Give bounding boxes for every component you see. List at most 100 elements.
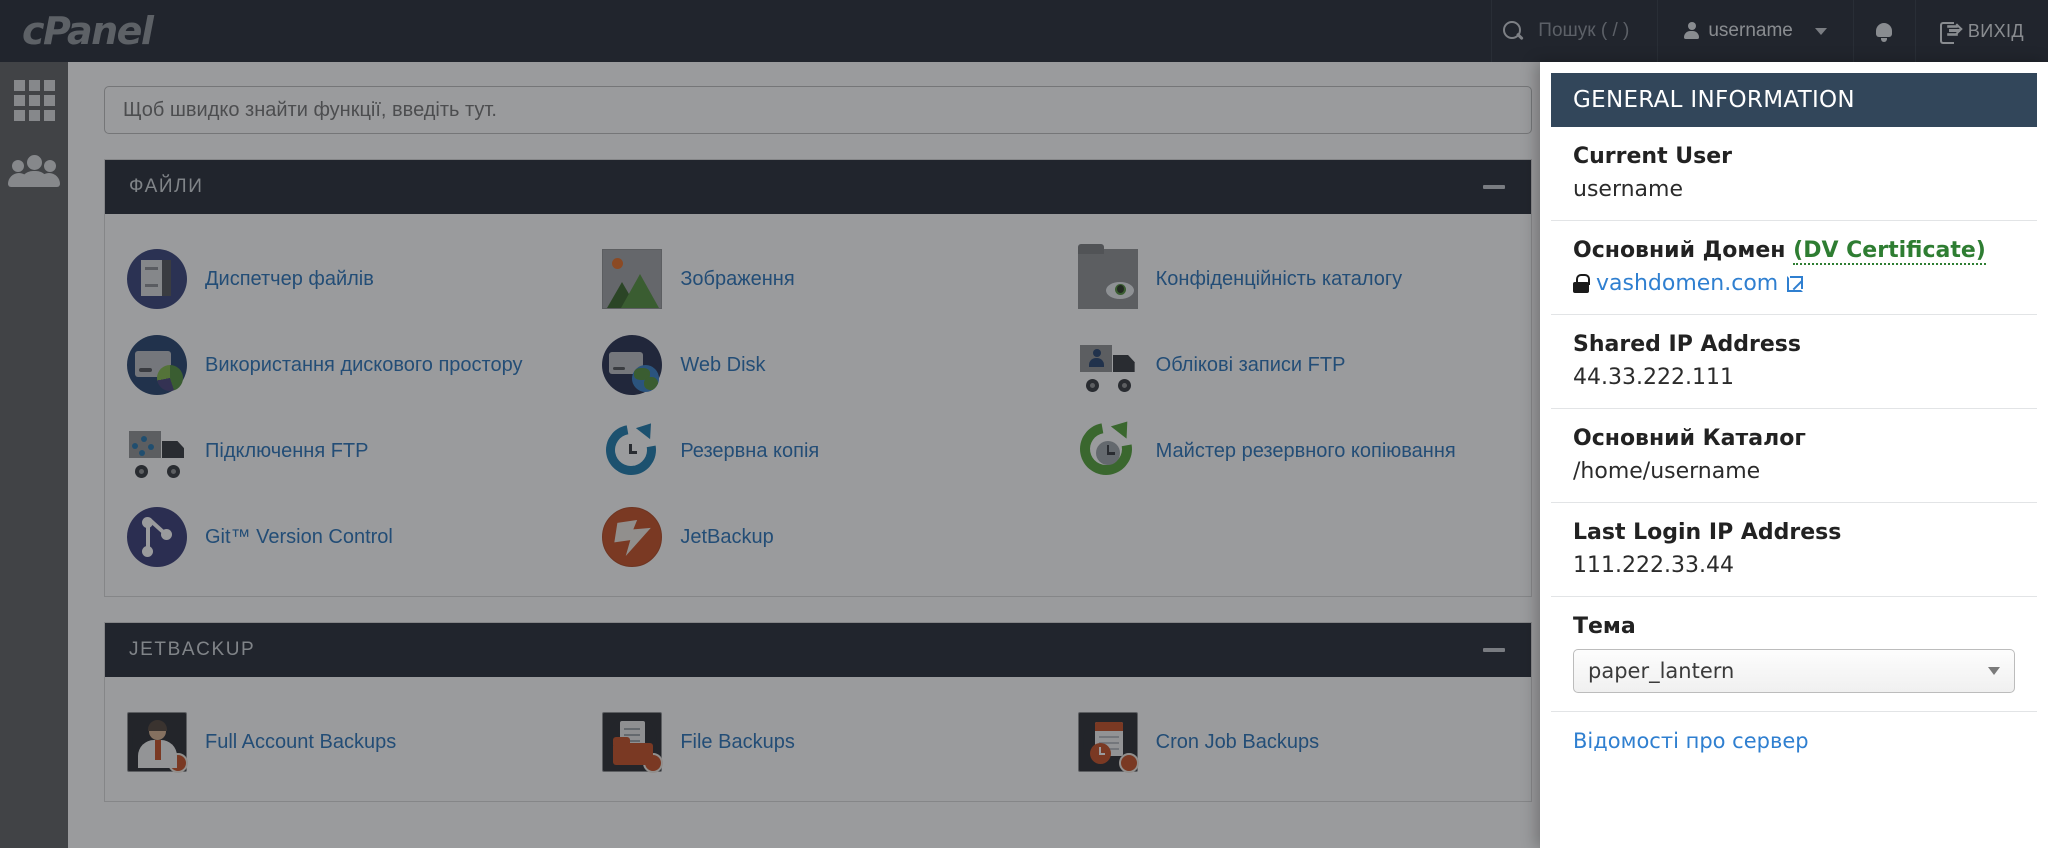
jetbackup-panel-title: JETBACKUP bbox=[129, 639, 256, 660]
files-row: Диспетчер файлів Зображення Конфіденційн… bbox=[105, 236, 1531, 322]
images-icon bbox=[602, 249, 663, 309]
files-panel: ФАЙЛИ Диспетчер файлів Зображення Конфід… bbox=[104, 159, 1532, 597]
backup-wizard-icon bbox=[1069, 412, 1142, 486]
current-user-value: username bbox=[1573, 177, 1683, 202]
feature-quick-search-input[interactable]: Щоб швидко знайти функції, введіть тут. bbox=[104, 86, 1532, 134]
cpanel-logo[interactable]: cPanel bbox=[22, 9, 154, 53]
files-row: Git™ Version Control JetBackup bbox=[105, 494, 1531, 580]
feature-label: Зображення bbox=[680, 267, 795, 290]
feature-file-manager[interactable]: Диспетчер файлів bbox=[105, 236, 580, 322]
home-directory-value: /home/username bbox=[1573, 459, 1761, 484]
files-row: Підключення FTP Резервна копія Майстер р… bbox=[105, 408, 1531, 494]
theme-label: Тема bbox=[1573, 614, 1636, 639]
theme-section: Тема paper_lantern bbox=[1551, 597, 2037, 712]
feature-git-version-control[interactable]: Git™ Version Control bbox=[105, 494, 580, 580]
files-panel-body: Диспетчер файлів Зображення Конфіденційн… bbox=[105, 214, 1531, 596]
feature-label: File Backups bbox=[680, 730, 795, 753]
bell-icon bbox=[1875, 21, 1893, 42]
shared-ip-value: 44.33.222.111 bbox=[1573, 365, 1734, 390]
user-menu-button[interactable]: username bbox=[1657, 0, 1853, 62]
general-information-title: GENERAL INFORMATION bbox=[1573, 87, 1855, 113]
file-manager-icon bbox=[127, 249, 187, 309]
primary-domain-link[interactable]: vashdomen.com bbox=[1596, 271, 1778, 296]
feature-label: Full Account Backups bbox=[205, 730, 397, 753]
files-panel-title: ФАЙЛИ bbox=[129, 176, 204, 197]
feature-ftp-accounts[interactable]: Облікові записи FTP bbox=[1056, 322, 1531, 408]
external-link-icon[interactable] bbox=[1787, 275, 1804, 292]
current-user-label: Current User bbox=[1573, 144, 1732, 169]
feature-file-backups[interactable]: File Backups bbox=[580, 699, 1055, 785]
general-information-panel: GENERAL INFORMATION Current User usernam… bbox=[1540, 62, 2048, 848]
backup-icon bbox=[596, 415, 667, 485]
user-manager-icon[interactable] bbox=[8, 155, 60, 189]
feature-images[interactable]: Зображення bbox=[580, 236, 1055, 322]
full-account-backups-icon bbox=[127, 712, 188, 773]
feature-label: Git™ Version Control bbox=[205, 525, 393, 548]
theme-select[interactable]: paper_lantern bbox=[1573, 649, 2015, 693]
last-login-ip-label: Last Login IP Address bbox=[1573, 520, 1842, 545]
collapse-icon[interactable] bbox=[1483, 185, 1505, 189]
feature-label: Диспетчер файлів bbox=[205, 267, 374, 290]
git-icon bbox=[127, 507, 187, 567]
notifications-button[interactable] bbox=[1852, 0, 1915, 62]
feature-label: Конфіденційність каталогу bbox=[1155, 267, 1403, 290]
feature-disk-usage[interactable]: Використання дискового простору bbox=[105, 322, 580, 408]
feature-label: Використання дискового простору bbox=[205, 353, 523, 376]
ftp-accounts-icon bbox=[1078, 335, 1138, 395]
apps-grid-icon[interactable] bbox=[13, 80, 55, 121]
file-backups-icon bbox=[602, 712, 664, 773]
primary-domain-row: vashdomen.com bbox=[1573, 271, 2015, 296]
server-information-section: Відомості про сервер bbox=[1551, 712, 2037, 771]
files-row: Використання дискового простору Web Disk… bbox=[105, 322, 1531, 408]
current-user-section: Current User username bbox=[1551, 127, 2037, 221]
cpanel-page: cPanel Пошук ( / ) username ВИХІД Щоб шв… bbox=[0, 0, 2048, 848]
feature-ftp-connections[interactable]: Підключення FTP bbox=[105, 408, 580, 494]
logout-button[interactable]: ВИХІД bbox=[1914, 0, 2048, 62]
feature-jetbackup[interactable]: JetBackup bbox=[580, 494, 1055, 580]
lock-icon bbox=[1573, 274, 1590, 293]
shared-ip-section: Shared IP Address 44.33.222.111 bbox=[1551, 315, 2037, 409]
feature-label: Майстер резервного копіювання bbox=[1155, 439, 1456, 462]
last-login-ip-value: 111.222.33.44 bbox=[1573, 553, 1734, 578]
empty-cell bbox=[1056, 494, 1531, 580]
jetbackup-icon bbox=[602, 507, 663, 567]
home-directory-section: Основний Каталог /home/username bbox=[1551, 409, 2037, 503]
primary-domain-section: Основний Домен (DV Certificate) vashdome… bbox=[1551, 221, 2037, 315]
user-icon bbox=[1684, 22, 1700, 40]
ftp-connections-icon bbox=[127, 421, 187, 481]
primary-domain-label-text: Основний Домен bbox=[1573, 238, 1786, 263]
feature-full-account-backups[interactable]: Full Account Backups bbox=[105, 699, 580, 785]
feature-backup-wizard[interactable]: Майстер резервного копіювання bbox=[1056, 408, 1531, 494]
quick-search-placeholder: Щоб швидко знайти функції, введіть тут. bbox=[123, 98, 497, 121]
general-information-header: GENERAL INFORMATION bbox=[1551, 73, 2037, 127]
files-panel-header[interactable]: ФАЙЛИ bbox=[105, 160, 1531, 214]
cron-job-backups-icon bbox=[1077, 712, 1139, 773]
feature-label: Резервна копія bbox=[680, 439, 820, 462]
directory-privacy-icon bbox=[1077, 244, 1138, 309]
home-directory-label: Основний Каталог bbox=[1573, 426, 1806, 451]
feature-label: Web Disk bbox=[680, 353, 766, 376]
global-search[interactable]: Пошук ( / ) bbox=[1491, 0, 1657, 62]
theme-select-value: paper_lantern bbox=[1588, 659, 1735, 683]
feature-label: Підключення FTP bbox=[205, 439, 369, 462]
search-icon bbox=[1502, 20, 1524, 42]
feature-web-disk[interactable]: Web Disk bbox=[580, 322, 1055, 408]
jetbackup-panel-header[interactable]: JETBACKUP bbox=[105, 623, 1531, 677]
jetbackup-panel: JETBACKUP Full Account Backups File Back… bbox=[104, 622, 1532, 802]
feature-backup[interactable]: Резервна копія bbox=[580, 408, 1055, 494]
shared-ip-label: Shared IP Address bbox=[1573, 332, 1801, 357]
dv-certificate-link[interactable]: (DV Certificate) bbox=[1793, 238, 1986, 265]
server-information-link[interactable]: Відомості про сервер bbox=[1573, 729, 1809, 753]
global-search-placeholder: Пошук ( / ) bbox=[1538, 20, 1630, 41]
disk-usage-icon bbox=[127, 335, 187, 395]
web-disk-icon bbox=[602, 335, 663, 395]
collapse-icon[interactable] bbox=[1483, 648, 1505, 652]
topbar-right-group: Пошук ( / ) username ВИХІД bbox=[1491, 0, 2048, 62]
feature-label: Облікові записи FTP bbox=[1155, 353, 1346, 376]
feature-directory-privacy[interactable]: Конфіденційність каталогу bbox=[1056, 236, 1531, 322]
primary-domain-label: Основний Домен (DV Certificate) bbox=[1573, 238, 2015, 265]
feature-cron-job-backups[interactable]: Cron Job Backups bbox=[1056, 699, 1531, 785]
last-login-ip-section: Last Login IP Address 111.222.33.44 bbox=[1551, 503, 2037, 597]
jetbackup-row: Full Account Backups File Backups Cron J… bbox=[105, 699, 1531, 785]
logout-label: ВИХІД bbox=[1967, 20, 2024, 41]
